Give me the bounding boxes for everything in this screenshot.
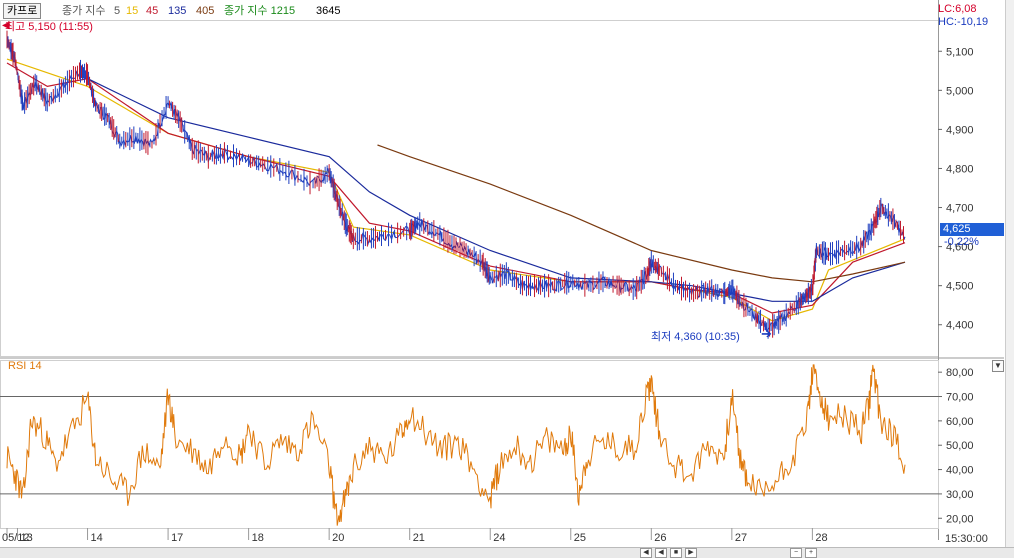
date-label: 14 (91, 532, 103, 544)
hc-value: HC:-10,19 (938, 16, 989, 28)
price-tick-label: 4,900 (946, 124, 974, 136)
ma-line-15 (6, 58, 906, 322)
panel-close-icon[interactable]: ▼ (992, 360, 1004, 372)
legend-item: 45 (146, 5, 159, 17)
date-label: 26 (654, 532, 666, 544)
date-axis: 05/1213 14 17 18 20 21 24 25 26 27 28 (2, 528, 828, 544)
legend-item: 5 (114, 5, 121, 17)
price-series (6, 30, 906, 339)
rsi-tick-label: 80,00 (946, 367, 974, 379)
rsi-frame (0, 360, 939, 529)
price-tick-label: 4,400 (946, 320, 974, 332)
date-label: 24 (493, 532, 505, 544)
last-price-tag: 4,625 (940, 223, 1004, 236)
price-tick-label: 5,100 (946, 46, 974, 58)
chart-window: 5,100 5,000 4,900 4,800 4,700 4,600 4,500 4,400… (0, 0, 1014, 558)
low-annotation: 최저 4,360 (10:35) (651, 331, 740, 343)
high-annotation: 최고 5,150 (11:55) (5, 21, 93, 33)
ma-line-45 (6, 62, 906, 314)
date-label: 17 (171, 532, 183, 544)
rsi-axis: 80,00 70,00 60,00 50,00 40,00 30,00 20,00 (938, 367, 974, 525)
time-label: 15:30:00 (945, 533, 988, 545)
rsi-tick-label: 30,00 (946, 489, 974, 501)
rsi-tick-label: 50,00 (946, 440, 974, 452)
legend-bar: 카프로 종가 지수 5 15 45 135 405 종가 지수 1215 3645 (0, 0, 940, 20)
legend-item: 3645 (316, 5, 341, 17)
price-tick-label: 4,500 (946, 281, 974, 293)
rsi-series (6, 364, 906, 526)
date-label: 20 (332, 532, 344, 544)
date-label: 27 (735, 532, 747, 544)
price-tick-label: 5,000 (946, 85, 974, 97)
legend-item: 종가 지수 1215 (224, 5, 296, 17)
rsi-line (6, 364, 906, 526)
rsi-title: RSI 14 (8, 360, 42, 372)
legend-item: 15 (126, 5, 139, 17)
right-scroll-strip[interactable] (1005, 0, 1014, 557)
legend-item: 종가 지수 (62, 5, 106, 17)
date-label: 25 (574, 532, 586, 544)
price-tick-label: 4,800 (946, 163, 974, 175)
price-axis: 5,1005,0004,9004,8004,7004,6004,5004,400 (938, 46, 974, 332)
lc-value: LC:6,08 (938, 3, 977, 15)
date-label: 13 (20, 532, 32, 544)
rsi-tick-label: 40,00 (946, 465, 974, 477)
price-line (6, 39, 906, 332)
symbol-tab[interactable]: 카프로 (3, 3, 42, 19)
chart-canvas: 5,1005,0004,9004,8004,7004,6004,5004,400… (0, 0, 1004, 544)
rsi-tick-label: 70,00 (946, 392, 974, 404)
date-label: 28 (815, 532, 827, 544)
legend-item: 405 (196, 5, 215, 17)
legend-item: 135 (168, 5, 187, 17)
change-percent: -0,22% (944, 236, 979, 248)
status-bar (0, 547, 1014, 558)
date-label: 18 (252, 532, 264, 544)
rsi-tick-label: 60,00 (946, 416, 974, 428)
low-marker-icon: ➔ (761, 326, 772, 341)
rsi-tick-label: 20,00 (946, 513, 974, 525)
date-label: 21 (413, 532, 425, 544)
rsi-panel (0, 360, 939, 529)
price-tick-label: 4,700 (946, 203, 974, 215)
